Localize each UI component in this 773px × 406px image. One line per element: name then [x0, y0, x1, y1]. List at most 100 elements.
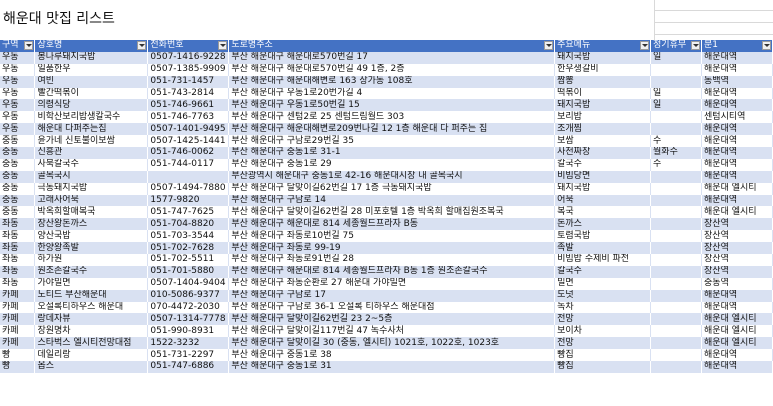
column-header-closed-day[interactable]: 정기휴무 [650, 40, 703, 52]
address-cell[interactable]: 부산 해운대구 좌동순환로 27 해운대 가야밀면 [228, 277, 556, 290]
closed-day-cell[interactable] [650, 75, 703, 88]
menu-cell[interactable]: 어묵 [554, 194, 652, 207]
district-cell[interactable]: 좌동 [0, 277, 36, 290]
menu-cell[interactable]: 한우생갈비 [554, 63, 652, 76]
phone-cell[interactable]: 051-744-0117 [147, 158, 230, 171]
phone-cell[interactable]: 0507-1416-9228 [147, 51, 230, 64]
filter-dropdown-icon[interactable] [544, 41, 554, 50]
address-cell[interactable]: 부산광역시 해운대구 중동1로 42-16 해운대시장 내 골목국시 [228, 170, 556, 183]
sheet-title[interactable]: 해운대 맛집 리스트 [3, 8, 115, 28]
name-cell[interactable]: 박옥희할매복국 [34, 206, 149, 219]
menu-cell[interactable]: 비빔밥 수제비 파전 [554, 254, 652, 266]
filter-dropdown-icon[interactable] [137, 41, 147, 50]
name-cell[interactable]: 사북칼국수 [34, 158, 149, 171]
station-cell[interactable]: 중동역 [701, 277, 773, 290]
address-cell[interactable]: 부산 해운대구 중동1로 29 [228, 158, 556, 171]
station-cell[interactable]: 동백역 [701, 75, 773, 88]
station-cell[interactable]: 해운대 엘시티 [701, 206, 773, 219]
closed-day-cell[interactable] [650, 265, 703, 278]
station-cell[interactable]: 해운대역 [701, 51, 773, 64]
district-cell[interactable]: 우동 [0, 75, 36, 88]
address-cell[interactable]: 부산 해운대구 구남로29번길 35 [228, 135, 556, 148]
station-cell[interactable]: 해운대 엘시티 [701, 313, 773, 326]
district-cell[interactable]: 우동 [0, 63, 36, 76]
station-cell[interactable]: 장산역 [701, 265, 773, 278]
phone-cell[interactable]: 1577-9820 [147, 194, 230, 207]
station-cell[interactable]: 해운대역 [701, 135, 773, 148]
filter-dropdown-icon[interactable] [762, 41, 771, 50]
menu-cell[interactable]: 토렴국밥 [554, 230, 652, 243]
name-cell[interactable]: 봉나루돼지국밥 [34, 51, 149, 64]
station-cell[interactable]: 해운대역 [701, 170, 773, 183]
address-cell[interactable]: 부산 해운대구 해운대로570번길 49 1층, 2층 [228, 63, 556, 76]
closed-day-cell[interactable] [650, 325, 703, 338]
column-header-station[interactable]: 분1 [701, 40, 773, 52]
district-cell[interactable]: 중동 [0, 170, 36, 183]
district-cell[interactable]: 좌동 [0, 242, 36, 255]
name-cell[interactable]: 신흥관 [34, 147, 149, 159]
address-cell[interactable]: 부산 해운대구 구남로 14 [228, 194, 556, 207]
station-cell[interactable]: 해운대역 [701, 349, 773, 362]
district-cell[interactable]: 카페 [0, 337, 36, 350]
address-cell[interactable]: 부산 해운대구 달맞이길62번길 28 미포호텔 1층 박옥희 할매집원조복국 [228, 206, 556, 219]
station-cell[interactable]: 장산역 [701, 230, 773, 243]
address-cell[interactable]: 부산 해운대구 구남로 36-1 오설록 티하우스 해운대점 [228, 301, 556, 314]
menu-cell[interactable]: 떡볶이 [554, 87, 652, 100]
address-cell[interactable]: 부산 해운대구 좌동로91번길 28 [228, 254, 556, 266]
address-cell[interactable]: 부산 해운대구 좌동로10번길 75 [228, 230, 556, 243]
closed-day-cell[interactable]: 일 [650, 99, 703, 112]
district-cell[interactable]: 카페 [0, 301, 36, 314]
address-cell[interactable]: 부산 해운대구 우동1로50번길 15 [228, 99, 556, 112]
menu-cell[interactable]: 칼국수 [554, 158, 652, 171]
station-cell[interactable]: 센텀시티역 [701, 111, 773, 124]
closed-day-cell[interactable]: 수 [650, 135, 703, 148]
name-cell[interactable]: 의령식당 [34, 99, 149, 112]
address-cell[interactable]: 부산 해운대구 달맞이길62번길 23 2~5층 [228, 313, 556, 326]
station-cell[interactable]: 해운대역 [701, 289, 773, 302]
menu-cell[interactable]: 빵집 [554, 361, 652, 373]
column-header-menu[interactable]: 주요메뉴 [554, 40, 652, 52]
address-cell[interactable]: 부산 해운대구 해운대해변로 163 상가동 108호 [228, 75, 556, 88]
name-cell[interactable]: 오설록티하우스 해운대 [34, 301, 149, 314]
district-cell[interactable]: 좌동 [0, 265, 36, 278]
menu-cell[interactable]: 복국 [554, 206, 652, 219]
name-cell[interactable]: 골목국시 [34, 170, 149, 183]
closed-day-cell[interactable] [650, 182, 703, 195]
station-cell[interactable]: 해운대역 [701, 301, 773, 314]
name-cell[interactable]: 랑데자뷰 [34, 313, 149, 326]
district-cell[interactable]: 중동 [0, 158, 36, 171]
name-cell[interactable]: 윤가네 신토불이보쌈 [34, 135, 149, 148]
phone-cell[interactable]: 051-743-2814 [147, 87, 230, 100]
closed-day-cell[interactable] [650, 337, 703, 350]
address-cell[interactable]: 부산 해운대구 달맞이길 30 (중동, 엘시티) 1021호, 1022호, … [228, 337, 556, 350]
closed-day-cell[interactable] [650, 170, 703, 183]
station-cell[interactable]: 해운대역 [701, 147, 773, 159]
menu-cell[interactable]: 밀면 [554, 277, 652, 290]
station-cell[interactable]: 해운대 엘시티 [701, 325, 773, 338]
phone-cell[interactable]: 0507-1404-9404 [147, 277, 230, 290]
district-cell[interactable]: 중동 [0, 194, 36, 207]
name-cell[interactable]: 비학산보리밥생칼국수 [34, 111, 149, 124]
name-cell[interactable]: 여빈 [34, 75, 149, 88]
closed-day-cell[interactable] [650, 361, 703, 373]
station-cell[interactable]: 해운대역 [701, 99, 773, 112]
name-cell[interactable]: 장산왕돈까스 [34, 218, 149, 231]
filter-dropdown-icon[interactable] [691, 41, 701, 50]
phone-cell[interactable]: 051-747-7625 [147, 206, 230, 219]
menu-cell[interactable]: 보리밥 [554, 111, 652, 124]
station-cell[interactable]: 해운대역 [701, 87, 773, 100]
phone-cell[interactable]: 051-704-8820 [147, 218, 230, 231]
closed-day-cell[interactable] [650, 277, 703, 290]
closed-day-cell[interactable] [650, 206, 703, 219]
closed-day-cell[interactable] [650, 301, 703, 314]
phone-cell[interactable]: 0507-1425-1441 [147, 135, 230, 148]
district-cell[interactable]: 중동 [0, 147, 36, 159]
menu-cell[interactable]: 사천짜장 [554, 147, 652, 159]
station-cell[interactable]: 해운대역 [701, 123, 773, 136]
column-header-phone[interactable]: 전화번호 [147, 40, 230, 52]
column-header-name[interactable]: 상호명 [34, 40, 149, 52]
phone-cell[interactable]: 051-731-2297 [147, 349, 230, 362]
menu-cell[interactable]: 돈까스 [554, 218, 652, 231]
station-cell[interactable]: 해운대 엘시티 [701, 337, 773, 350]
phone-cell[interactable]: 0507-1314-7778 [147, 313, 230, 326]
